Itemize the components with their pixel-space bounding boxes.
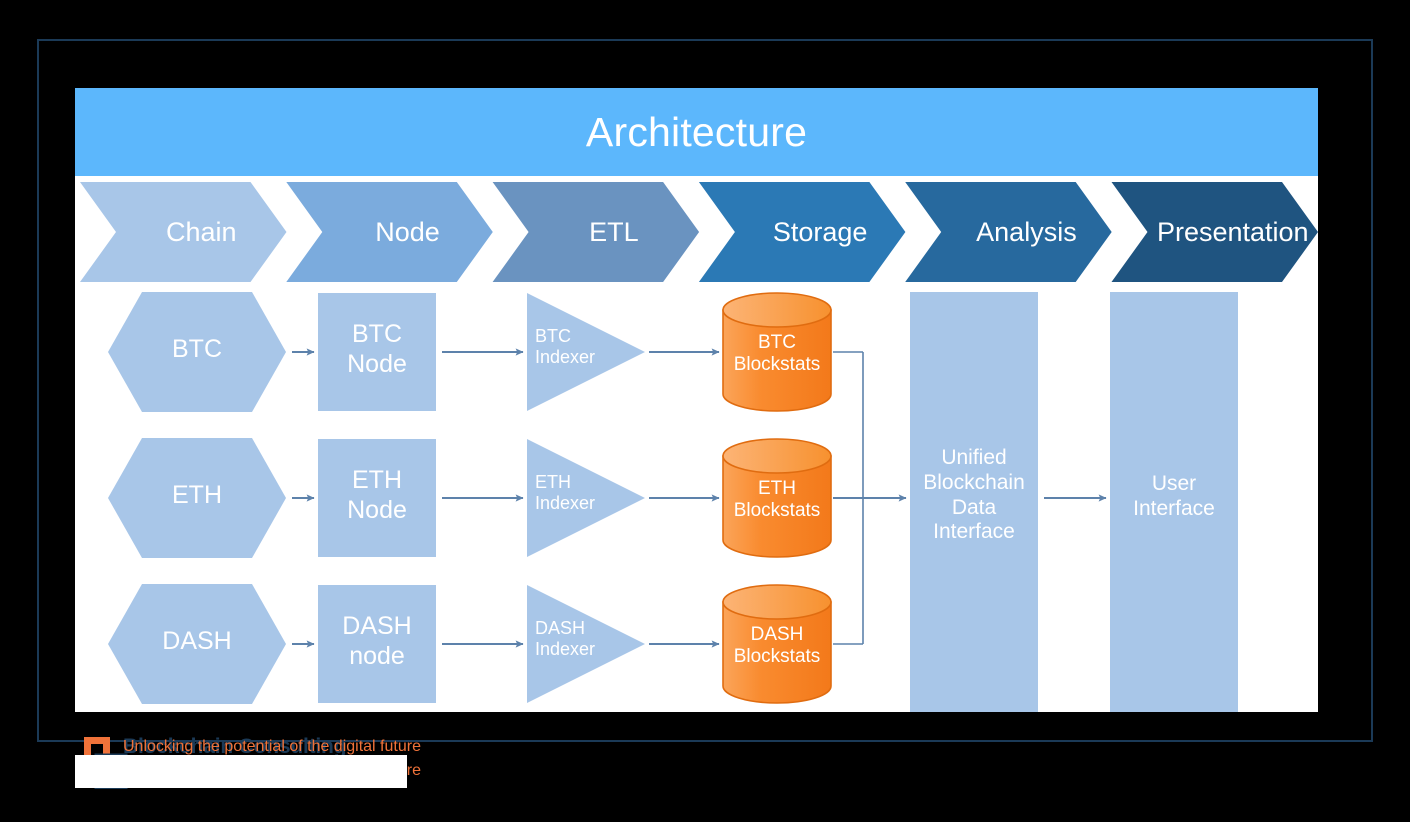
slide-root: Architecture Chain Node ETL Storage Analysis… [0,0,1410,822]
page-title: Architecture [585,108,808,155]
diagram-body: BTC BTC Node BTC Indexer BTC Blockstats ETH E… [75,282,1318,712]
stage-chevron-label-wrap-chain[interactable]: Chain [91,182,311,282]
indexer-triangle-btc[interactable] [527,293,645,411]
stage-chevron-label-wrap-analysis[interactable]: Analysis [916,182,1136,282]
storage-cylinder-top-dash [722,584,832,620]
footer-logo: Blockchain Consulting Unlocking the pote… [75,731,495,793]
storage-cylinder-top-btc [722,292,832,328]
stage-chevron-label-wrap-presentation[interactable]: Presentation [1123,182,1318,282]
title-bar: Architecture [75,88,1318,176]
logo-text-front: Unlocking the potential of the digital f… [123,735,421,756]
stage-chevron-label-wrap-node[interactable]: Node [298,182,518,282]
presentation-box[interactable] [1110,292,1238,712]
stage-chevron-label-wrap-etl[interactable]: ETL [504,182,724,282]
indexer-triangle-eth[interactable] [527,439,645,557]
logo-overlay-band [75,755,407,788]
node-box-btc[interactable] [318,293,436,411]
node-box-dash[interactable] [318,585,436,703]
stage-label-chain: Chain [165,216,237,247]
stage-chevron-label-wrap-storage[interactable]: Storage [710,182,930,282]
stage-label-analysis: Analysis [976,216,1077,247]
content-panel: Architecture Chain Node ETL Storage Analysis… [75,88,1318,712]
stage-label-node: Node [375,216,440,247]
indexer-triangle-dash[interactable] [527,585,645,703]
analysis-box[interactable] [910,292,1038,712]
stage-chevron-band: Chain Node ETL Storage Analysis Presentation [80,182,1318,282]
diagram-shapes [108,292,1238,712]
chain-hexagon-eth[interactable] [108,438,286,558]
stage-label-presentation: Presentation [1156,216,1309,247]
stage-label-storage: Storage [772,216,868,247]
stage-label-etl: ETL [589,216,639,247]
storage-cylinder-top-eth [722,438,832,474]
chain-hexagon-dash[interactable] [108,584,286,704]
chain-hexagon-btc[interactable] [108,292,286,412]
logo-tagline-front: Unlocking the potential of the digital f… [123,738,421,755]
node-box-eth[interactable] [318,439,436,557]
